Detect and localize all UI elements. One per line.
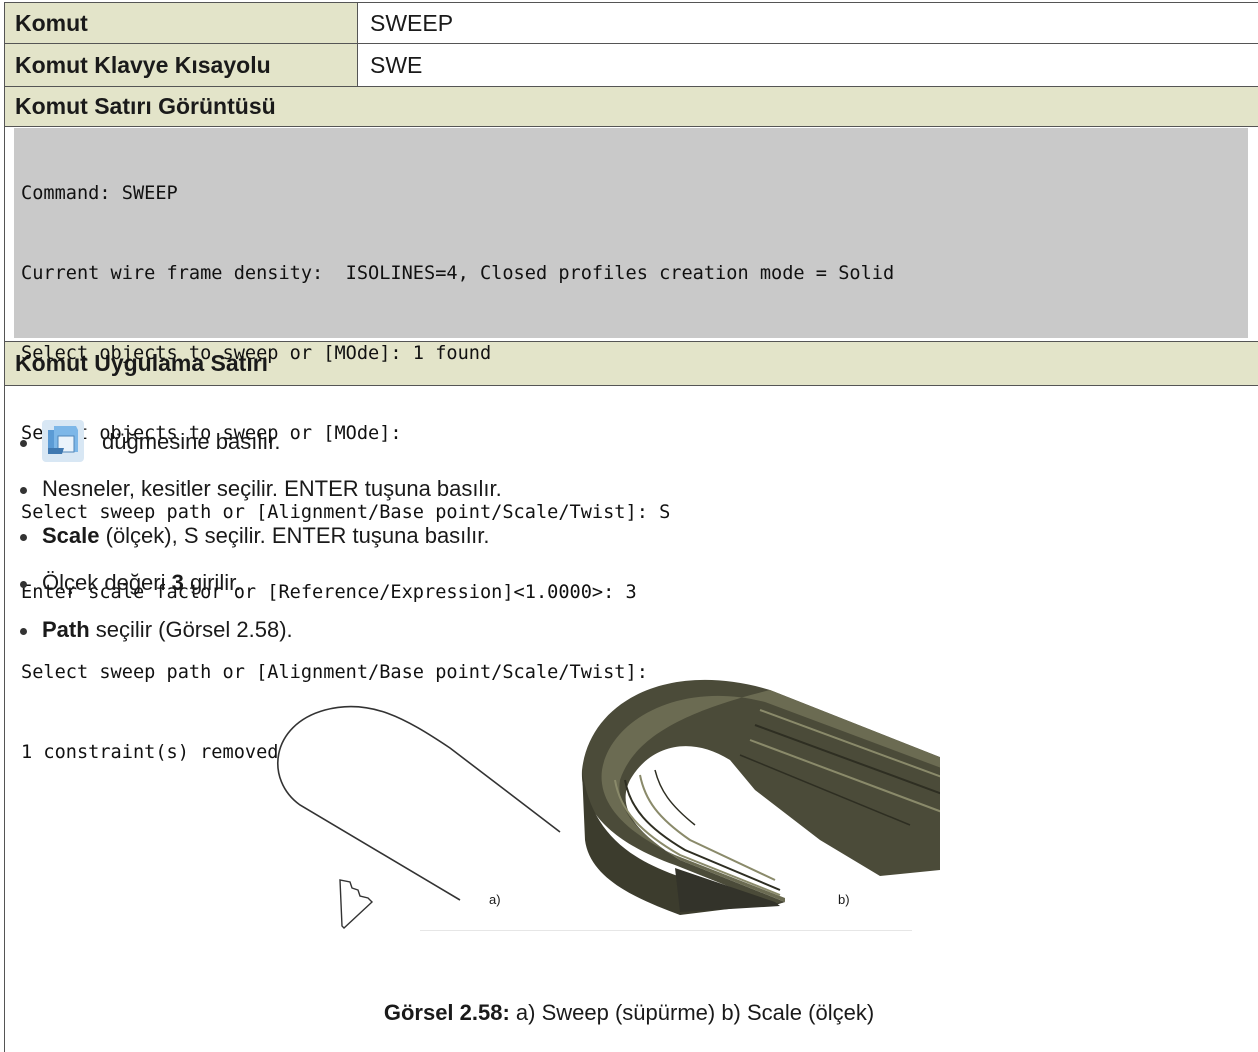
command-label: Komut (5, 3, 357, 43)
caption-text: a) Sweep (süpürme) b) Scale (ölçek) (509, 1000, 875, 1025)
figure-caption: Görsel 2.58: a) Sweep (süpürme) b) Scale… (0, 1000, 1258, 1026)
cmdline-header: Komut Satırı Görüntüsü (5, 87, 1258, 127)
step-text: seçilir (Görsel 2.58). (89, 617, 293, 642)
step-text: düğmesine basılır. (102, 429, 281, 454)
shortcut-value: SWE (357, 44, 1258, 86)
command-line: Select objects to sweep or [MOde]: 1 fou… (21, 342, 492, 364)
command-line: Command: SWEEP (21, 183, 178, 205)
shortcut-label: Komut Klavye Kısayolu (5, 44, 357, 86)
step-item: düğmesine basılır. (20, 418, 502, 465)
figure-baseline (420, 930, 912, 931)
step-keyword: Scale (42, 523, 100, 548)
sweep-profile-shape (339, 879, 374, 929)
step-list: düğmesine basılır. Nesneler, kesitler se… (20, 418, 502, 653)
figure-label-b: b) (838, 892, 850, 907)
sweep-icon (42, 420, 84, 463)
step-item: Scale (ölçek), S seçilir. ENTER tuşuna b… (20, 512, 502, 559)
step-item: Ölçek değeri 3 girilir. (20, 559, 502, 606)
step-text: girilir. (183, 570, 242, 595)
caption-label: Görsel 2.58: (383, 1000, 510, 1025)
step-text: Nesneler, kesitler seçilir. ENTER tuşuna… (42, 476, 502, 501)
figure-label-a: a) (489, 892, 501, 907)
step-text: Ölçek değeri (42, 570, 172, 595)
command-row: Komut SWEEP (5, 3, 1258, 44)
command-value: SWEEP (357, 3, 1258, 43)
swept-solid (581, 679, 940, 915)
command-line: Current wire frame density: ISOLINES=4, … (21, 262, 895, 284)
step-keyword: Path (42, 617, 90, 642)
step-item: Nesneler, kesitler seçilir. ENTER tuşuna… (20, 465, 502, 512)
step-keyword: 3 (171, 570, 184, 595)
sweep-path-line (277, 705, 561, 901)
command-line-output: Command: SWEEP Current wire frame densit… (14, 128, 1248, 763)
step-text: (ölçek), S seçilir. ENTER tuşuna basılır… (99, 523, 490, 548)
shortcut-row: Komut Klavye Kısayolu SWE (5, 44, 1258, 87)
